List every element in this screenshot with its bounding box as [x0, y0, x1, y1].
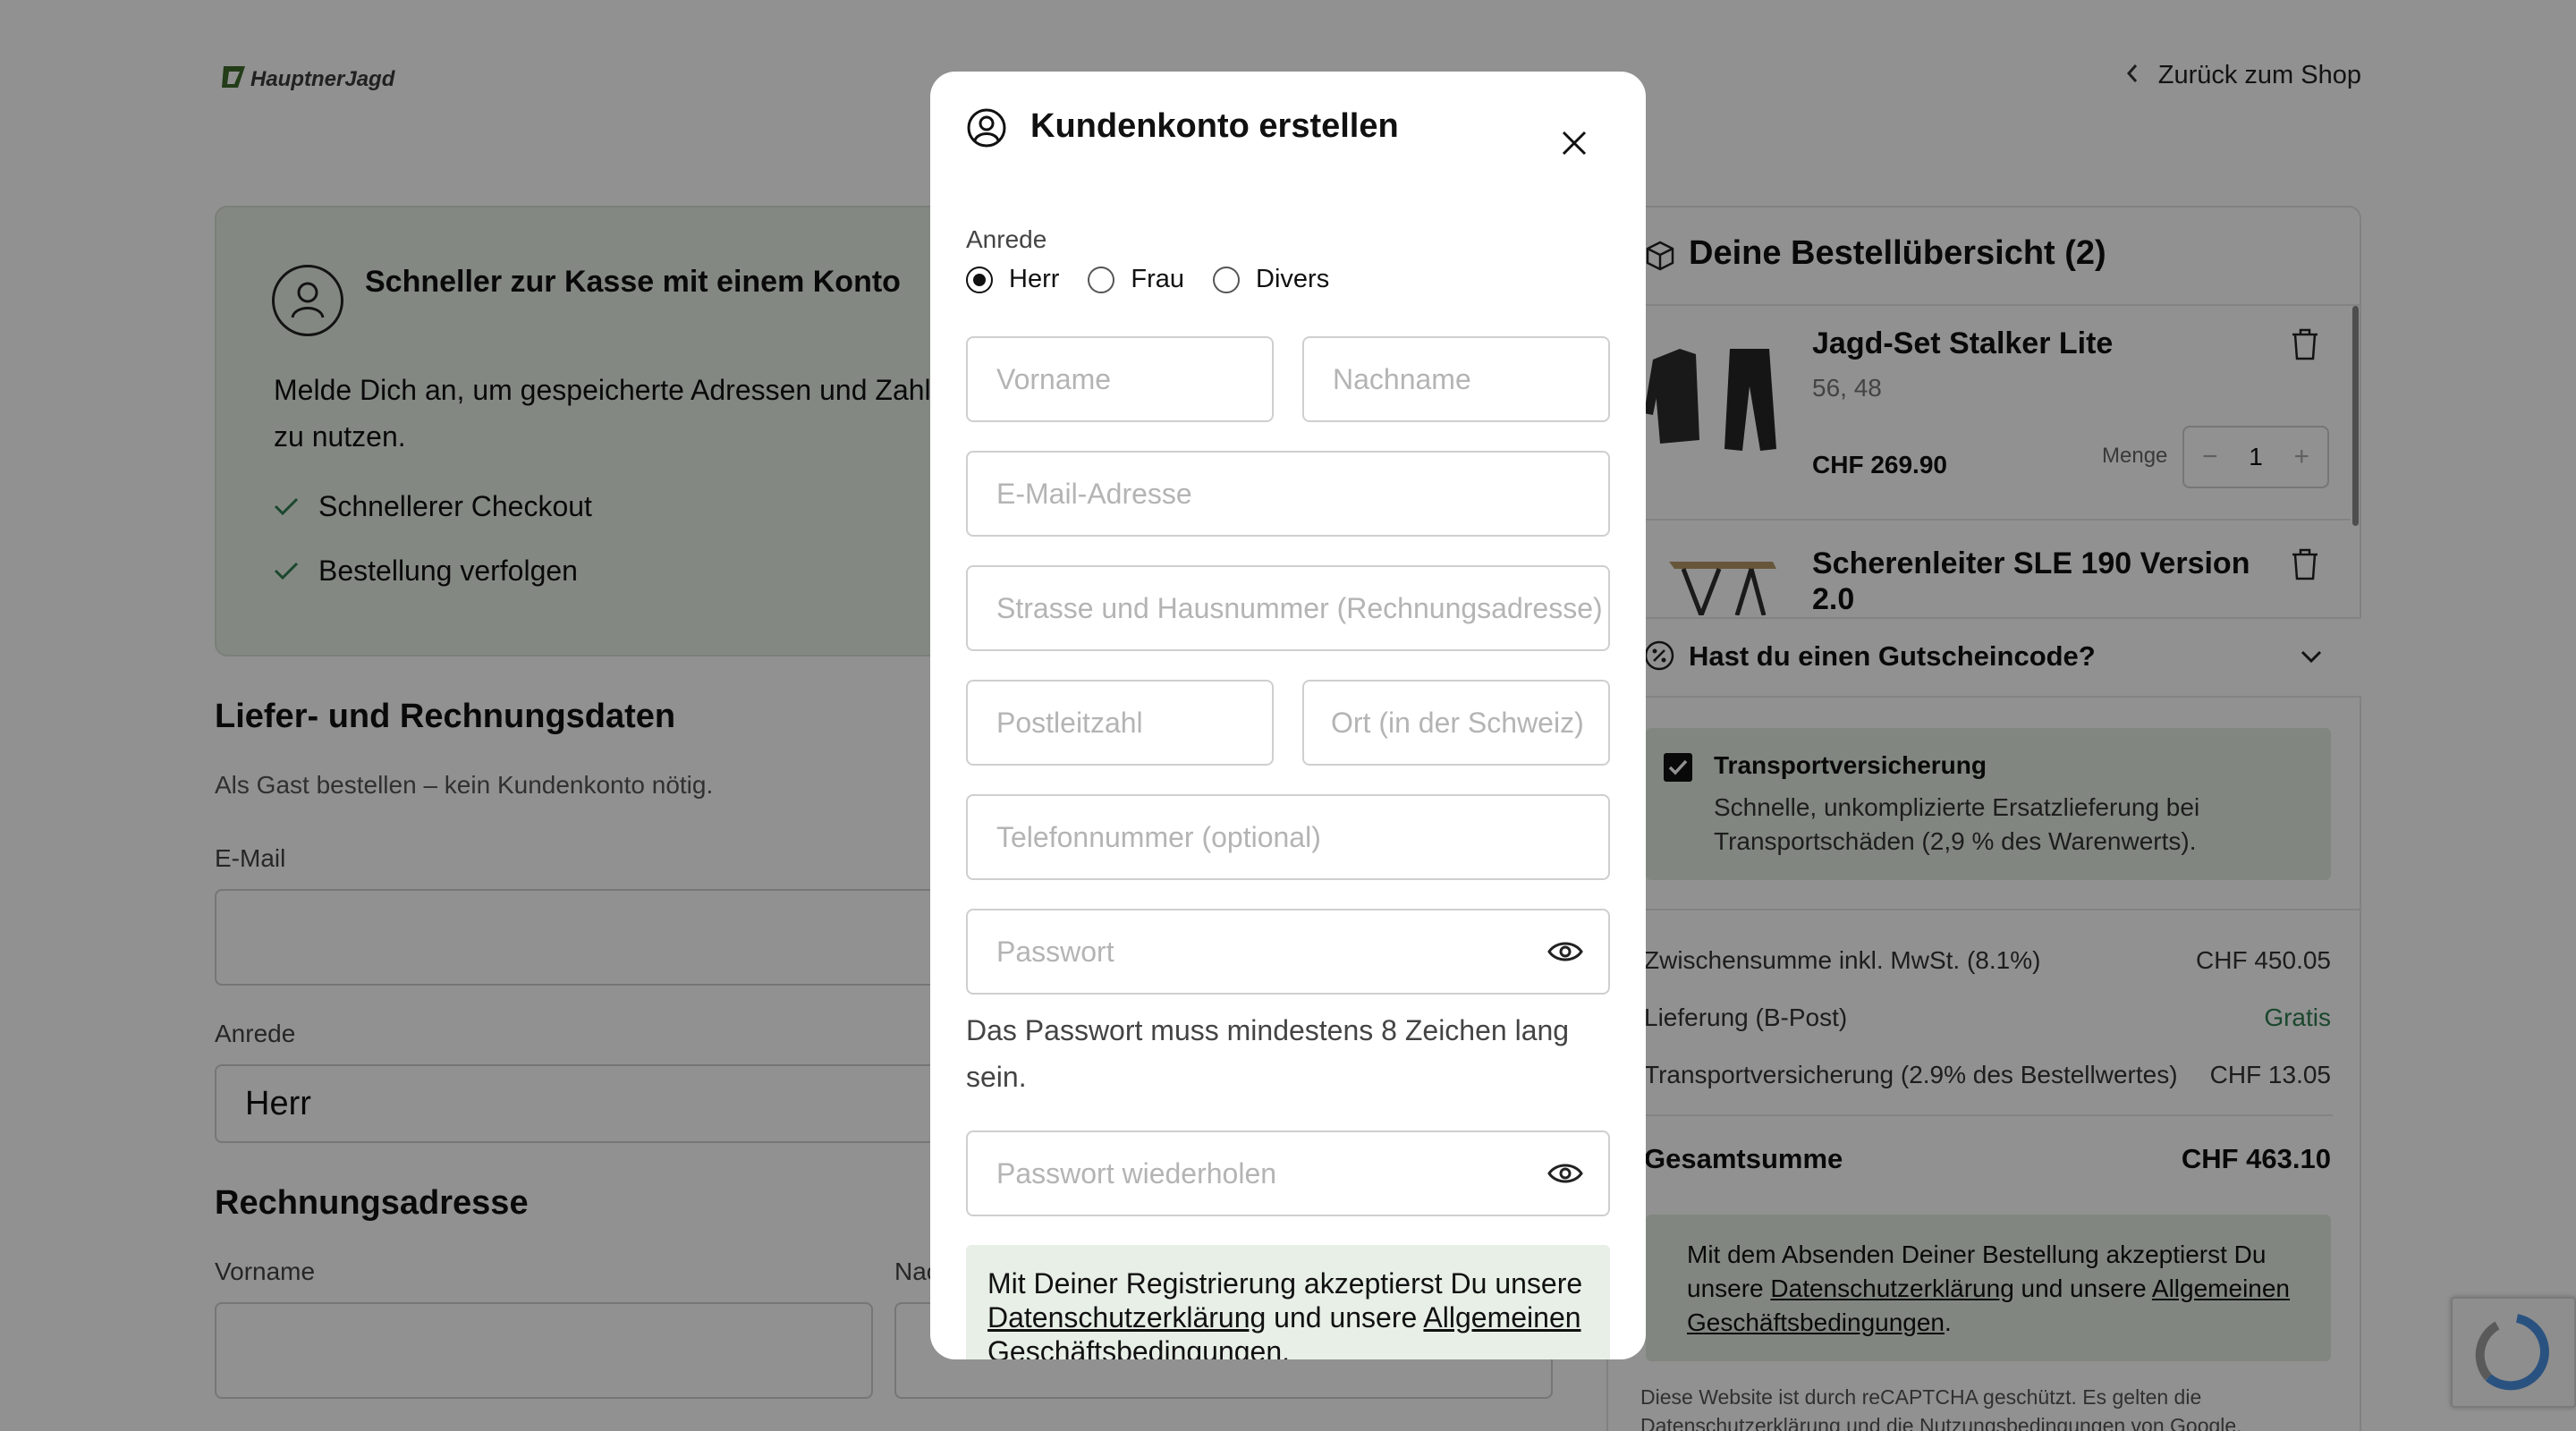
password-hint: Das Passwort muss mindestens 8 Zeichen l…	[966, 1014, 1570, 1093]
street-input[interactable]: Strasse und Hausnummer (Rechnungsadresse…	[966, 565, 1610, 651]
legal-text: und unsere	[1266, 1301, 1424, 1334]
legal-text: Mit Deiner Registrierung akzeptierst Du …	[987, 1267, 1583, 1300]
radio-label[interactable]: Herr	[1009, 265, 1059, 294]
email-input[interactable]: E-Mail-Adresse	[966, 451, 1610, 537]
create-account-modal: Kundenkonto erstellen Anrede Herr Frau D…	[930, 72, 1646, 1359]
street-placeholder: Strasse und Hausnummer (Rechnungsadresse…	[996, 591, 1603, 624]
firstname-input[interactable]: Vorname	[966, 336, 1274, 422]
radio-label[interactable]: Frau	[1131, 265, 1184, 294]
eye-icon[interactable]	[1547, 939, 1583, 969]
lastname-input[interactable]: Nachname	[1302, 336, 1610, 422]
legal-text: .	[1282, 1335, 1291, 1359]
eye-icon[interactable]	[1547, 1161, 1583, 1190]
salutation-label: Anrede	[966, 225, 1047, 253]
radio-divers[interactable]	[1213, 266, 1241, 293]
password-placeholder: Passwort	[996, 935, 1114, 968]
salutation-radio-group: Herr Frau Divers	[966, 265, 1329, 294]
radio-frau[interactable]	[1088, 266, 1115, 293]
zip-placeholder: Postleitzahl	[996, 706, 1143, 739]
password-input[interactable]: Passwort	[966, 909, 1610, 995]
registration-legal-box: Mit Deiner Registrierung akzeptierst Du …	[966, 1245, 1610, 1359]
close-icon[interactable]	[1556, 125, 1592, 161]
radio-herr[interactable]	[966, 266, 993, 293]
city-input[interactable]: Ort (in der Schweiz)	[1302, 680, 1610, 766]
firstname-placeholder: Vorname	[996, 362, 1112, 395]
city-placeholder: Ort (in der Schweiz)	[1331, 706, 1584, 739]
phone-placeholder: Telefonnummer (optional)	[996, 820, 1321, 853]
modal-title: Kundenkonto erstellen	[1030, 107, 1399, 145]
zip-input[interactable]: Postleitzahl	[966, 680, 1274, 766]
email-placeholder: E-Mail-Adresse	[996, 477, 1192, 510]
privacy-link[interactable]: Datenschutzerklärung	[987, 1301, 1266, 1334]
user-circle-icon	[966, 107, 1007, 153]
radio-label[interactable]: Divers	[1256, 265, 1329, 294]
password-repeat-input[interactable]: Passwort wiederholen	[966, 1130, 1610, 1216]
lastname-placeholder: Nachname	[1333, 362, 1471, 395]
password-repeat-placeholder: Passwort wiederholen	[996, 1156, 1277, 1190]
phone-input[interactable]: Telefonnummer (optional)	[966, 794, 1610, 880]
